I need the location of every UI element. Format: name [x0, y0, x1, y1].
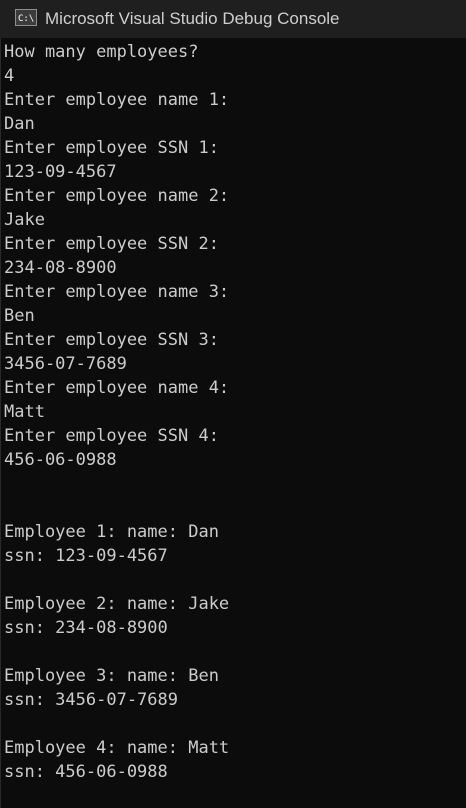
console-line: Enter employee name 3:	[4, 282, 230, 302]
console-line: ssn: 234-08-8900	[4, 618, 168, 638]
console-line: Employee 2: name: Jake	[4, 594, 230, 614]
console-line: How many employees?	[4, 42, 199, 62]
console-app-icon: C:\	[15, 9, 37, 26]
window-border	[0, 38, 1, 808]
svg-text:C:\: C:\	[18, 14, 34, 24]
console-line: Matt	[4, 402, 45, 422]
window-title: Microsoft Visual Studio Debug Console	[45, 9, 340, 28]
console-line: Enter employee SSN 3:	[4, 330, 219, 350]
console-line: Enter employee SSN 4:	[4, 426, 219, 446]
console-line: Employee 1: name: Dan	[4, 522, 219, 542]
console-line: Employee 3: name: Ben	[4, 666, 219, 686]
console-line: 123-09-4567	[4, 162, 117, 182]
console-line: Jake	[4, 210, 45, 230]
console-line: Dan	[4, 114, 35, 134]
console-line: ssn: 123-09-4567	[4, 546, 168, 566]
console-output[interactable]: How many employees? 4 Enter employee name …	[4, 40, 464, 806]
console-line: Enter employee name 1:	[4, 90, 230, 110]
console-line: Enter employee SSN 2:	[4, 234, 219, 254]
debug-console-window: C:\ Microsoft Visual Studio Debug Consol…	[0, 0, 466, 808]
console-line: Ben	[4, 306, 35, 326]
console-line: 456-06-0988	[4, 450, 117, 470]
console-line: ssn: 456-06-0988	[4, 762, 168, 782]
console-line: Enter employee SSN 1:	[4, 138, 219, 158]
console-line: 3456-07-7689	[4, 354, 127, 374]
console-line: ssn: 3456-07-7689	[4, 690, 178, 710]
console-line: Employee 4: name: Matt	[4, 738, 230, 758]
console-line: 4	[4, 66, 15, 86]
console-line: Enter employee name 2:	[4, 186, 230, 206]
console-line: 234-08-8900	[4, 258, 117, 278]
console-line: Enter employee name 4:	[4, 378, 230, 398]
title-bar[interactable]: C:\ Microsoft Visual Studio Debug Consol…	[0, 0, 466, 38]
